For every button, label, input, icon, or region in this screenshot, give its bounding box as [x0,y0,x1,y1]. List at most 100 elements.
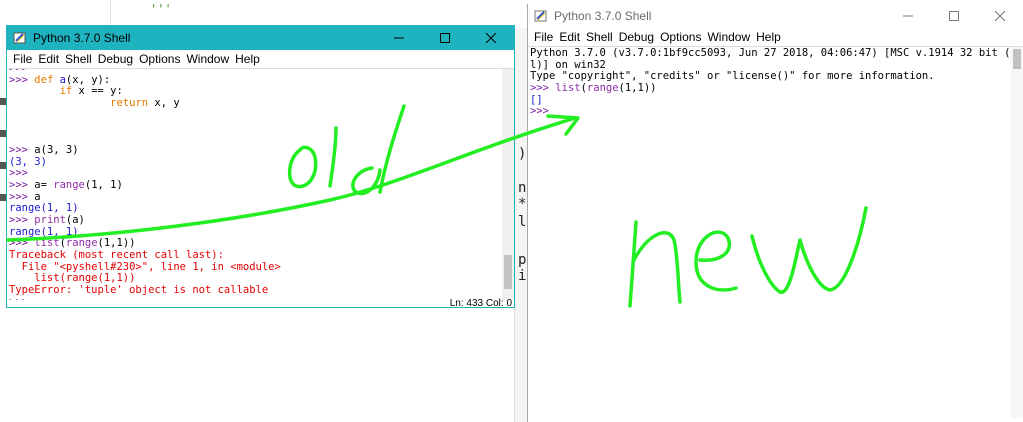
shell-token: list [34,237,60,250]
menu-help[interactable]: Help [232,52,263,66]
scrollbar-thumb[interactable] [1013,49,1021,69]
shell-token: l)] on win32 [530,58,606,71]
background-char: * [518,196,527,212]
background-char: p [518,252,527,268]
new-shell-text-area[interactable]: Python 3.7.0 (v3.7.0:1bf9cc5093, Jun 27 … [528,46,1023,418]
shell-line: return x, y [7,97,514,110]
maximize-icon [440,33,450,43]
shell-line: >>> a(3, 3) [7,143,514,157]
menu-shell[interactable]: Shell [62,52,95,66]
menu-file[interactable]: File [10,52,35,66]
shell-prompt: >>> [9,73,35,86]
new-shell-lines: Python 3.7.0 (v3.7.0:1bf9cc5093, Jun 27 … [528,47,1023,118]
shell-token: list(range(1,1)) [9,272,136,285]
shell-token: (1, 1) [84,178,123,191]
close-icon [995,11,1005,21]
old-window-menubar: File Edit Shell Debug Options Window Hel… [7,50,514,68]
old-shell-lines: >>> >>> def a (x, y): if x == y: return x… [7,69,514,300]
shell-token: a(3, 3) [34,143,79,156]
shell-prompt: >>> [9,237,35,250]
shell-token: Type "copyright", "credits" or "license(… [530,70,935,83]
minimize-icon [394,37,404,39]
maximize-button[interactable] [422,26,468,50]
shell-token: list [555,82,581,95]
shell-prompt: >>> [9,190,35,203]
menu-edit[interactable]: Edit [35,52,62,66]
shell-token: (1,1)) [618,82,657,95]
old-window-titlebar[interactable]: Python 3.7.0 Shell [7,26,514,50]
shell-token: range [586,82,619,95]
minimize-button[interactable] [376,26,422,50]
background-char: l [518,214,527,230]
old-status-bar: Ln: 433 Col: 0 [7,298,514,309]
shell-token: a [34,190,41,203]
shell-prompt: >>> [9,167,35,180]
shell-token: (x, y): [65,73,111,86]
new-window-menubar: File Edit Shell Debug Options Window Hel… [528,28,1023,46]
shell-token [9,97,110,109]
shell-prompt: >>> [530,105,556,118]
cursor-position: Ln: 433 Col: 0 [449,298,512,309]
new-window-titlebar[interactable]: Python 3.7.0 Shell [528,4,1023,28]
shell-line: >>> print(a) [7,213,514,227]
shell-token: (a) [65,213,85,226]
shell-token: print [34,213,66,226]
shell-line: TypeError: 'tuple' object is not callabl… [7,284,514,297]
new-window-title: Python 3.7.0 Shell [554,9,652,23]
shell-token: [] [530,93,543,106]
shell-token: Traceback (most recent call last): [9,249,224,261]
background-editor-strip: ''' [0,0,520,28]
background-char: i [518,268,527,284]
background-behind-window: ) n * l p i [514,28,528,422]
menu-file[interactable]: File [531,30,556,44]
menu-options[interactable]: Options [136,52,183,66]
shell-token: def [34,73,54,86]
shell-line: >>> a [7,190,514,204]
close-button[interactable] [468,26,514,50]
old-window-title: Python 3.7.0 Shell [33,31,131,45]
python-feather-icon [534,9,548,23]
shell-line: >>> [528,106,1023,118]
shell-token: if [59,85,73,98]
shell-token: (1,1)) [97,237,136,250]
menu-help[interactable]: Help [753,30,784,44]
background-char: ) [518,146,527,162]
shell-token: range(1, 1) [9,225,79,238]
maximize-button[interactable] [931,4,977,28]
shell-line: >>> list(range(1,1)) [528,82,1023,95]
shell-token: return [110,97,149,110]
shell-token: range(1, 1) [9,202,79,215]
close-button[interactable] [977,4,1023,28]
new-shell-window[interactable]: Python 3.7.0 Shell File Edit Shell Debug… [527,4,1023,422]
menu-shell[interactable]: Shell [583,30,616,44]
shell-token: TypeError: 'tuple' object is not callabl… [9,284,269,297]
shell-token: a= [34,178,54,191]
new-vertical-scrollbar[interactable] [1011,47,1023,418]
shell-token: x == y: [72,85,123,98]
shell-token: x, y [148,97,180,110]
python-feather-icon [13,31,27,45]
shell-token: Python 3.7.0 (v3.7.0:1bf9cc5093, Jun 27 … [530,47,1023,59]
shell-token: range [65,237,98,250]
menu-window[interactable]: Window [183,52,232,66]
minimize-button[interactable] [885,4,931,28]
old-vertical-scrollbar[interactable] [502,69,514,300]
shell-token: (3, 3) [9,155,47,168]
menu-debug[interactable]: Debug [95,52,136,66]
shell-prompt: >>> [9,178,35,191]
maximize-icon [949,11,959,21]
shell-token: range [53,178,85,191]
old-shell-window[interactable]: Python 3.7.0 Shell File Edit Shell Debug… [6,25,515,309]
menu-debug[interactable]: Debug [616,30,657,44]
shell-prompt: >>> [530,82,556,95]
menu-window[interactable]: Window [704,30,753,44]
menu-options[interactable]: Options [657,30,704,44]
menu-edit[interactable]: Edit [556,30,583,44]
close-icon [486,33,496,43]
old-shell-text-area[interactable]: >>> >>> def a (x, y): if x == y: return x… [7,68,514,300]
scrollbar-thumb[interactable] [504,255,512,289]
background-char: n [518,180,527,196]
